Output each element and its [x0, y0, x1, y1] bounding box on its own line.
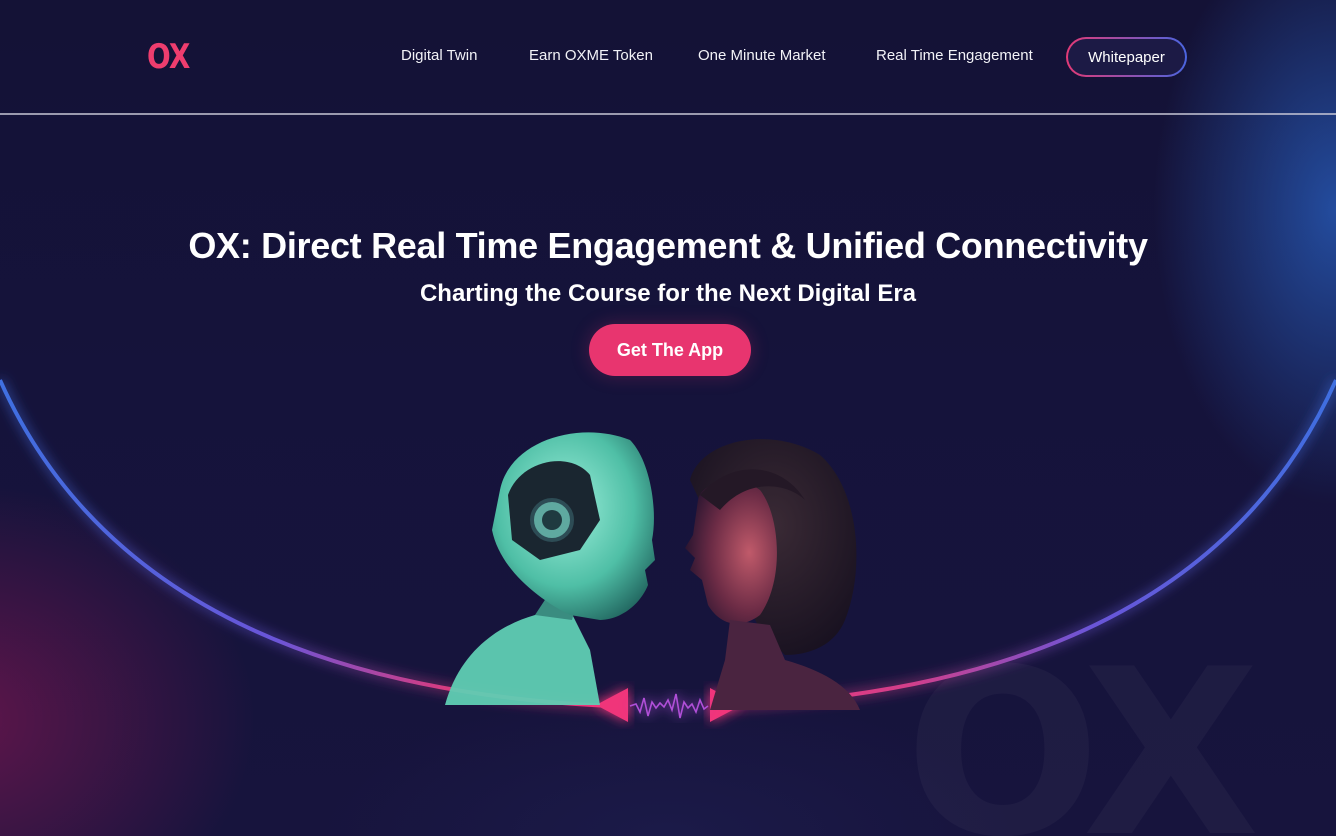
hero-subtitle: Charting the Course for the Next Digital…	[419, 280, 917, 307]
get-the-app-button[interactable]: Get The App	[589, 324, 751, 376]
hero-title: OX: Direct Real Time Engagement & Unifie…	[188, 225, 1148, 266]
whitepaper-label: Whitepaper	[1068, 39, 1185, 75]
hero-illustration	[445, 432, 860, 710]
robot-ear-core	[542, 510, 562, 530]
robot-shoulder	[445, 610, 600, 705]
whitepaper-button[interactable]: Whitepaper	[1066, 37, 1187, 77]
nav-earn-oxme-token[interactable]: Earn OXME Token	[529, 47, 653, 64]
glow-arc	[0, 379, 1336, 722]
nav-one-minute-market[interactable]: One Minute Market	[698, 47, 826, 64]
nav-real-time-engagement[interactable]: Real Time Engagement	[876, 47, 1033, 64]
site-header: OX Digital Twin Earn OXME Token One Minu…	[0, 0, 1336, 115]
nav-digital-twin[interactable]: Digital Twin	[401, 47, 477, 64]
main-nav: Digital Twin Earn OXME Token One Minute …	[0, 37, 1336, 77]
woman-face	[685, 481, 777, 624]
